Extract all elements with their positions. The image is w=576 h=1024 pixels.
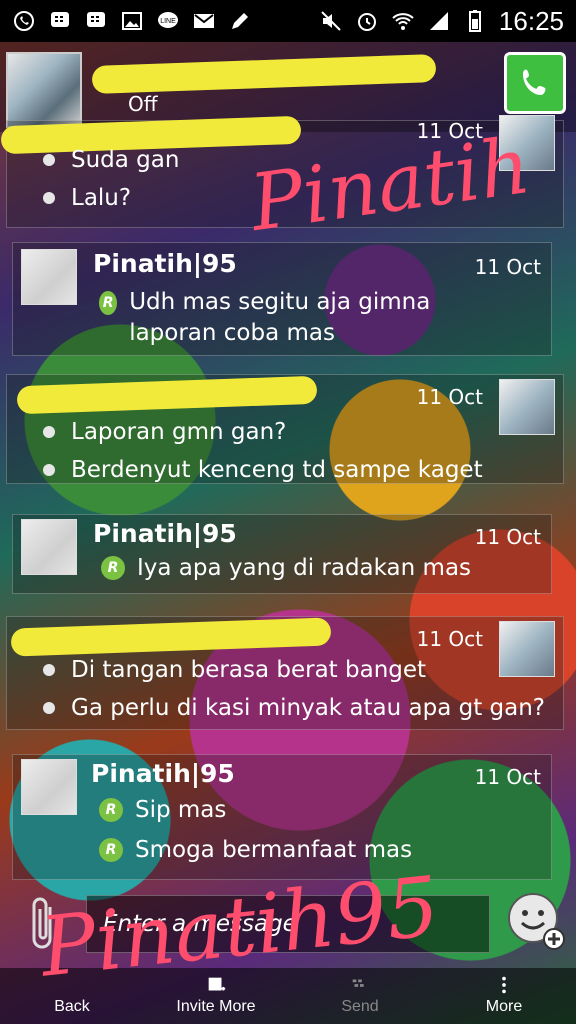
read-mark-icon: R — [99, 838, 123, 862]
message-line: Ga perlu di kasi minyak atau apa gt gan? — [43, 695, 545, 721]
bullet-icon — [43, 192, 55, 204]
paperclip-icon — [32, 897, 52, 949]
message-date: 11 Oct — [474, 525, 541, 549]
message-date: 11 Oct — [474, 765, 541, 789]
svg-text:LINE: LINE — [160, 18, 176, 25]
bullet-icon — [43, 702, 55, 714]
read-mark-icon: R — [99, 291, 118, 315]
message-line: Suda gan — [43, 147, 179, 173]
gallery-icon — [120, 9, 144, 33]
sender-name: Pinatih|95 — [91, 759, 235, 788]
bullet-icon — [43, 426, 55, 438]
battery-icon — [463, 9, 487, 33]
sender-name: Pinatih|95 — [93, 249, 237, 278]
outgoing-message: 11 Oct Di tangan berasa berat banget Ga … — [6, 616, 564, 730]
whatsapp-icon — [12, 9, 36, 33]
invite-people-icon — [208, 977, 226, 991]
bullet-icon — [43, 664, 55, 676]
contact-avatar[interactable] — [6, 52, 82, 128]
bullet-icon — [43, 464, 55, 476]
sender-avatar — [21, 519, 77, 575]
gmail-icon — [192, 9, 216, 33]
redacted-sender-name — [10, 617, 332, 657]
more-button[interactable]: More — [432, 968, 576, 1024]
outgoing-message: 11 Oct Suda gan Lalu? — [0, 115, 564, 228]
sender-avatar — [499, 621, 555, 677]
message-line: R Smoga bermanfaat mas — [99, 837, 412, 863]
contact-status: Off — [128, 92, 158, 116]
alarm-icon — [355, 9, 379, 33]
sender-avatar — [21, 249, 77, 305]
message-line: Lalu? — [43, 185, 131, 211]
bbm-send-icon — [352, 979, 364, 987]
mute-icon — [319, 9, 343, 33]
message-line: Di tangan berasa berat banget — [43, 657, 426, 683]
message-list[interactable]: 11 Oct Suda gan Lalu? Pinatih|95 11 Oct … — [0, 115, 576, 880]
wifi-icon — [391, 9, 415, 33]
sender-avatar — [499, 379, 555, 435]
more-dots-icon — [502, 976, 506, 994]
signal-icon — [427, 9, 451, 33]
message-line: Berdenyut kenceng td sampe kaget — [43, 457, 483, 483]
emoji-button[interactable] — [506, 891, 566, 951]
read-mark-icon: R — [101, 556, 125, 580]
outgoing-message: 11 Oct Laporan gmn gan? Berdenyut kencen… — [6, 374, 564, 484]
read-mark-icon: R — [99, 798, 123, 822]
bullet-icon — [43, 154, 55, 166]
message-line: R Udh mas segitu aja gimna laporan coba m… — [99, 287, 519, 349]
incoming-message: Pinatih|95 11 Oct R Sip mas R Smoga berman… — [12, 754, 552, 880]
message-input[interactable] — [86, 895, 490, 953]
bbm-icon — [48, 9, 72, 33]
back-button[interactable]: Back — [0, 968, 144, 1024]
status-time: 16:25 — [498, 5, 564, 36]
redacted-sender-name — [16, 375, 318, 415]
bbm-icon-2 — [84, 9, 108, 33]
message-date: 11 Oct — [416, 627, 483, 651]
message-line: R Sip mas — [99, 797, 226, 823]
redacted-contact-name — [91, 54, 437, 94]
line-app-icon: LINE — [156, 9, 180, 33]
attach-button[interactable] — [26, 895, 62, 955]
composer — [0, 885, 576, 965]
pencil-icon — [228, 9, 252, 33]
sender-avatar — [21, 759, 77, 815]
message-line: R Iya apa yang di radakan mas — [101, 555, 471, 581]
invite-more-button[interactable]: Invite More — [144, 968, 288, 1024]
send-button[interactable]: Send — [288, 968, 432, 1024]
smiley-plus-icon — [508, 893, 565, 950]
incoming-message: Pinatih|95 11 Oct R Iya apa yang di radak… — [12, 514, 552, 594]
status-bar: LINE 16:25 — [0, 0, 576, 42]
sender-name: Pinatih|95 — [93, 519, 237, 548]
phone-icon — [523, 69, 546, 95]
message-line: Laporan gmn gan? — [43, 419, 286, 445]
incoming-message: Pinatih|95 11 Oct R Udh mas segitu aja gi… — [12, 242, 552, 356]
call-button[interactable] — [504, 52, 566, 114]
message-date: 11 Oct — [474, 255, 541, 279]
message-date: 11 Oct — [416, 385, 483, 409]
sender-avatar — [499, 115, 555, 171]
message-date: 11 Oct — [416, 119, 483, 143]
bottom-toolbar: Back Invite More Send More — [0, 968, 576, 1024]
